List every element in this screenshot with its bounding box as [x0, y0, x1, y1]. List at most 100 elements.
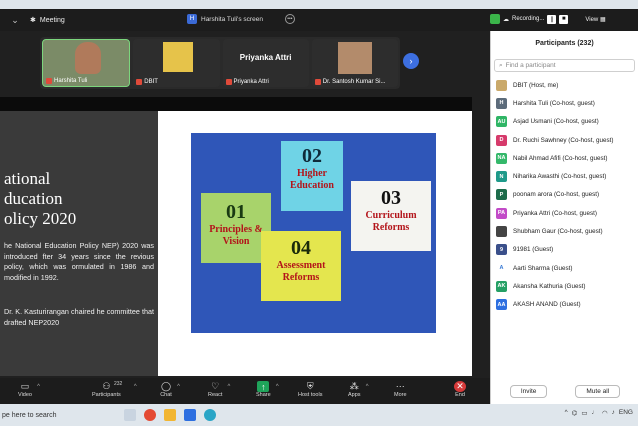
- react-caret-icon[interactable]: ^: [228, 384, 231, 390]
- participants-icon: ⚇: [102, 381, 111, 391]
- participant-row[interactable]: DBIT (Host, me): [491, 76, 638, 94]
- host-tools-button[interactable]: ⛨ Host tools: [298, 381, 322, 398]
- tile-name: Dr. Santosh Kumar Si...: [322, 79, 386, 85]
- grid-icon: ▦: [599, 16, 606, 23]
- cloud-icon: ☁: [503, 16, 509, 23]
- view-button[interactable]: View ▦: [585, 16, 605, 23]
- shield-icon: ⛨: [306, 381, 314, 391]
- apps-caret-icon[interactable]: ^: [366, 384, 369, 390]
- chat-caret-icon[interactable]: ^: [177, 384, 180, 390]
- participant-avatar: [496, 79, 507, 91]
- slide-paragraph-1: he National Education Policy NEP) 2020 w…: [4, 241, 154, 282]
- participants-button[interactable]: ⚇ 232 Participants ^: [92, 381, 137, 398]
- battery-icon[interactable]: ▭: [581, 409, 587, 417]
- participant-row[interactable]: AA AKASH ANAND (Guest): [491, 296, 638, 314]
- participant-avatar: [496, 226, 507, 238]
- participant-avatar: N: [496, 171, 507, 183]
- tile-big-name: Priyanka Attri: [239, 53, 292, 62]
- mic-muted-icon: [46, 78, 52, 84]
- participant-search-placeholder: Find a participant: [505, 62, 556, 69]
- task-view-icon[interactable]: [124, 409, 136, 421]
- tray-chevron-icon[interactable]: ^: [565, 409, 568, 417]
- video-tile-dbit[interactable]: DBIT: [133, 39, 220, 87]
- participants-header: Participants (232): [535, 39, 594, 47]
- mic-muted-icon: [314, 79, 321, 85]
- more-options-icon[interactable]: •••: [284, 14, 295, 24]
- wifi-icon[interactable]: ◠: [602, 409, 608, 417]
- participant-row[interactable]: Shubham Gaur (Co-host, guest): [491, 222, 638, 240]
- share-arrow-icon: ↑: [257, 381, 270, 392]
- apps-button[interactable]: ⁂ Apps ^: [348, 381, 369, 398]
- participant-search-field[interactable]: ⌕ Find a participant: [494, 59, 635, 72]
- dbit-logo: [163, 42, 194, 72]
- video-tile-harshita[interactable]: Harshita Tuli: [42, 39, 131, 87]
- more-dots-icon: ⋯: [395, 381, 405, 391]
- volume-icon[interactable]: ♪: [612, 409, 615, 417]
- recording-label: Recording...: [512, 16, 545, 22]
- meeting-menu[interactable]: ✱ Meeting: [30, 16, 65, 25]
- security-shield-icon: [490, 14, 500, 24]
- next-page-arrow-icon[interactable]: ›: [403, 53, 419, 69]
- meeting-toolbar: ▭ Video ^ ⚇ 232 Participants ^ ◯ Chat ^ …: [0, 378, 490, 404]
- participants-caret-icon[interactable]: ^: [134, 384, 137, 390]
- nep-pillars-image: 01 Principles & Vision 02 Higher Educati…: [191, 133, 436, 333]
- participants-footer: Invite Mute all: [491, 385, 638, 398]
- taskbar-search[interactable]: pe here to search: [0, 412, 124, 419]
- video-options-caret-icon[interactable]: ^: [37, 384, 40, 390]
- language-indicator[interactable]: ENG: [619, 409, 633, 417]
- invite-button[interactable]: Invite: [509, 385, 548, 398]
- search-icon: ⌕: [499, 61, 503, 69]
- apps-icon: ⁂: [349, 381, 359, 391]
- slide-top-bar: [0, 97, 472, 111]
- react-button[interactable]: ♡ React ^: [208, 381, 230, 398]
- microphone-icon[interactable]: ♩: [591, 409, 598, 417]
- slide-paragraph-2: Dr. K. Kasturirangan chaired he committe…: [4, 307, 154, 327]
- participant-row[interactable]: 9 91981 (Guest): [491, 241, 638, 259]
- share-button[interactable]: ↑ Share ^: [256, 381, 279, 398]
- slide-left-panel: ational ducation olicy 2020 he National …: [0, 111, 158, 376]
- participant-row[interactable]: D Dr. Ruchi Sawhney (Co-host, guest): [491, 131, 638, 149]
- slide-title: ational ducation olicy 2020: [4, 169, 77, 228]
- mute-all-button[interactable]: Mute all: [575, 385, 621, 398]
- participant-row[interactable]: N Niharika Awasthi (Co-host, guest): [491, 167, 638, 185]
- meeting-topbar: ⌄ ✱ Meeting H Harshita Tuli's screen •••…: [0, 9, 638, 31]
- pillar-cube-03: 03 Curriculum Reforms: [351, 181, 431, 251]
- participant-row[interactable]: NA Nabil Ahmad Afifi (Co-host, guest): [491, 149, 638, 167]
- video-tile-priyanka[interactable]: Priyanka Attri Priyanka Attri: [222, 39, 309, 87]
- chrome-icon[interactable]: [144, 409, 156, 421]
- participant-row[interactable]: Ppoonam arora (Co-host, guest): [491, 186, 638, 204]
- end-button[interactable]: ✕ End: [454, 381, 466, 398]
- mic-muted-icon: [136, 79, 143, 85]
- participant-row[interactable]: AU Asjad Usmani (Co-host, guest): [491, 113, 638, 131]
- share-caret-icon[interactable]: ^: [276, 384, 279, 390]
- zoom-icon[interactable]: [184, 409, 196, 421]
- participant-row[interactable]: PA Priyanka Attri (Co-host, guest): [491, 204, 638, 222]
- zoom-window: ⌄ ✱ Meeting H Harshita Tuli's screen •••…: [0, 0, 638, 426]
- participant-avatar: P: [496, 189, 507, 201]
- tile-name: Priyanka Attri: [233, 79, 269, 85]
- sharer-avatar: H: [187, 14, 197, 24]
- end-call-icon: ✕: [454, 381, 466, 392]
- participant-row[interactable]: AK Akansha Kathuria (Guest): [491, 277, 638, 295]
- network-icon[interactable]: ⌬: [572, 409, 578, 417]
- video-button[interactable]: ▭ Video ^: [18, 381, 40, 398]
- windows-taskbar: pe here to search ^ ⌬ ▭ ♩ ◠ ♪ ENG: [0, 404, 638, 426]
- video-tile-santosh[interactable]: Dr. Santosh Kumar Si...: [311, 39, 398, 87]
- edge-icon[interactable]: [204, 409, 216, 421]
- more-button[interactable]: ⋯ More: [394, 381, 407, 398]
- pillar-cube-02: 02 Higher Education: [281, 141, 343, 211]
- video-camera-icon: ▭: [20, 381, 30, 391]
- participant-row[interactable]: H Harshita Tuli (Co-host, guest): [491, 94, 638, 112]
- stop-recording-button[interactable]: ■: [559, 14, 569, 24]
- participant-avatar: 9: [496, 244, 507, 256]
- participant-avatar: D: [496, 134, 507, 146]
- participant-avatar: H: [496, 97, 507, 109]
- participant-avatar: NA: [496, 152, 507, 164]
- participant-avatar: AU: [496, 116, 507, 128]
- chat-button[interactable]: ◯ Chat ^: [160, 381, 180, 398]
- collapse-chevron-icon[interactable]: ⌄: [0, 15, 30, 26]
- view-label: View: [585, 16, 599, 23]
- file-explorer-icon[interactable]: [164, 409, 176, 421]
- pause-recording-button[interactable]: ∥: [547, 14, 557, 24]
- participant-row[interactable]: A Aarti Sharma (Guest): [491, 259, 638, 277]
